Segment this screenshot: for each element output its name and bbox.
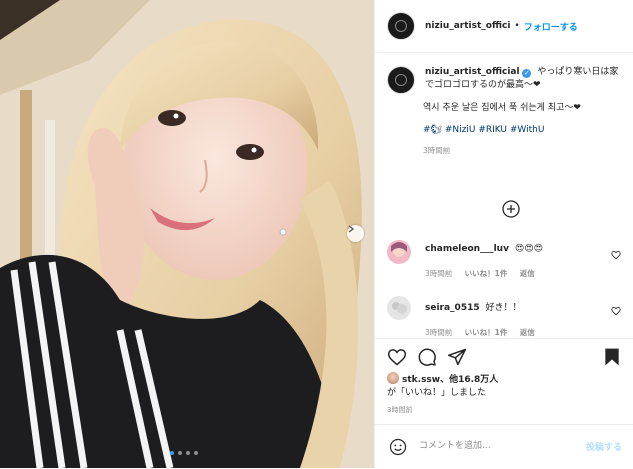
- header-separator: •: [514, 21, 520, 31]
- load-more-comments-icon[interactable]: [502, 200, 520, 218]
- comment-time: 3時間前: [425, 328, 453, 337]
- chevron-right-icon: [348, 225, 355, 233]
- header-username[interactable]: niziu_artist_offici: [425, 21, 510, 31]
- save-bookmark-icon[interactable]: [603, 347, 621, 367]
- post-caption: niziu_artist_official ✓ やっぱり寒い日は家でゴロゴロする…: [387, 66, 627, 156]
- reply-button[interactable]: 返信: [520, 328, 535, 337]
- liker-username[interactable]: stk.ssw: [402, 375, 440, 385]
- hashtag-link[interactable]: #🐿: [423, 125, 442, 135]
- comment-bubble-icon[interactable]: [417, 347, 437, 367]
- post-timestamp: 3時間前: [387, 406, 413, 414]
- comment-username[interactable]: seira_0515: [425, 303, 480, 313]
- carousel-dot-active: [170, 451, 174, 455]
- hashtag-link[interactable]: #WithU: [510, 125, 545, 135]
- carousel-dot: [186, 451, 190, 455]
- caption-text-ko: 역시 추운 날은 집에서 푹 쉬는게 최고〜❤: [423, 103, 581, 113]
- share-paper-plane-icon[interactable]: [447, 347, 467, 367]
- post-comment-button[interactable]: 投稿する: [586, 440, 622, 453]
- caption-username[interactable]: niziu_artist_official: [425, 67, 520, 77]
- comment-text: 好き！！: [485, 303, 522, 313]
- comment-text: 😍😍😍: [514, 244, 543, 254]
- post-photo[interactable]: [0, 0, 374, 468]
- commenter-avatar[interactable]: [387, 240, 411, 264]
- comment-likes-link[interactable]: いいね！1件: [465, 328, 508, 337]
- like-heart-icon[interactable]: [387, 347, 407, 367]
- comment-username[interactable]: chameleon___luv: [425, 244, 509, 254]
- comment-input[interactable]: [419, 437, 569, 455]
- hashtag-list: #🐿 #NiziU #RIKU #WithU: [423, 125, 627, 135]
- instagram-post-modal: niziu_artist_offici • フォローする niziu_artis…: [0, 0, 633, 468]
- post-header: niziu_artist_offici • フォローする: [375, 0, 633, 53]
- post-side-panel: niziu_artist_offici • フォローする niziu_artis…: [374, 0, 633, 468]
- carousel-indicator: [170, 451, 198, 455]
- hashtag-link[interactable]: #RIKU: [478, 125, 507, 135]
- next-photo-button[interactable]: [347, 225, 364, 242]
- carousel-dot: [194, 451, 198, 455]
- caption-time: 3時間前: [423, 146, 451, 155]
- liker-avatar[interactable]: [387, 372, 399, 384]
- verified-badge-icon: ✓: [522, 69, 532, 78]
- caption-avatar[interactable]: [387, 66, 415, 94]
- likes-suffix: が「いいね！」しました: [387, 388, 487, 398]
- add-comment-bar: 投稿する: [375, 424, 633, 469]
- follow-button[interactable]: フォローする: [524, 20, 578, 33]
- portrait-image: [0, 0, 374, 468]
- commenter-avatar[interactable]: [387, 296, 411, 320]
- post-action-bar: [375, 338, 633, 375]
- emoji-smile-icon[interactable]: [389, 438, 407, 456]
- carousel-dot: [178, 451, 182, 455]
- like-comment-heart-icon[interactable]: [611, 250, 621, 260]
- hashtag-link[interactable]: #NiziU: [445, 125, 476, 135]
- comment-time: 3時間前: [425, 269, 453, 278]
- likes-summary: stk.ssw、他16.8万人 が「いいね！」しました: [387, 372, 627, 400]
- comment-likes-link[interactable]: いいね！1件: [465, 269, 508, 278]
- like-comment-heart-icon[interactable]: [611, 306, 621, 316]
- likes-count[interactable]: 、他16.8万人: [440, 375, 498, 385]
- account-avatar[interactable]: [387, 12, 415, 40]
- reply-button[interactable]: 返信: [520, 269, 535, 278]
